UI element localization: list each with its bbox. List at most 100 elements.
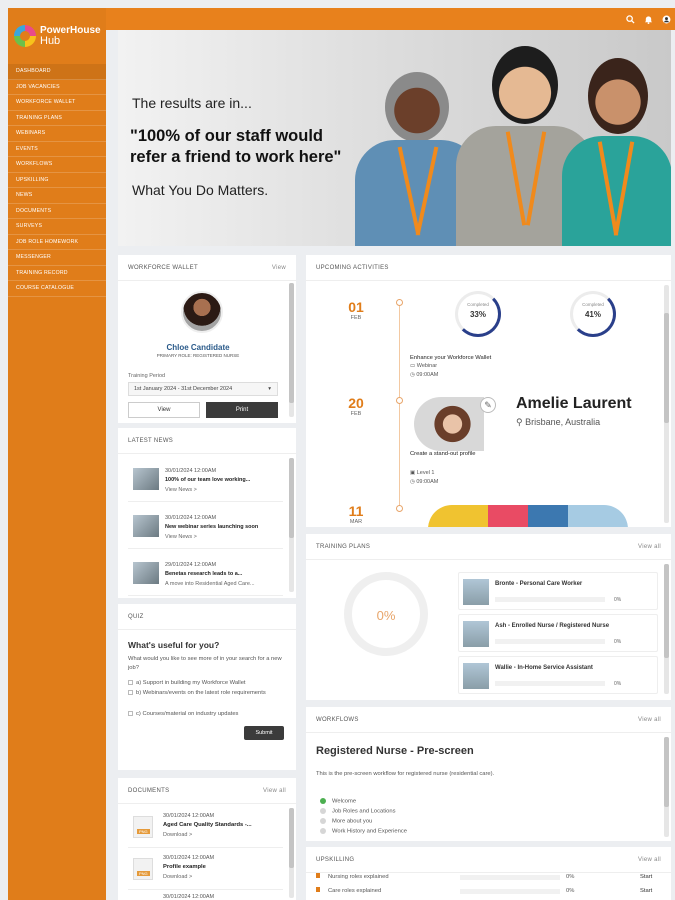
sidebar-item-surveys[interactable]: Surveys <box>8 219 106 235</box>
download-link[interactable]: Download > <box>163 874 192 880</box>
sidebar-item-job-role-homework[interactable]: Job Role Homework <box>8 235 106 250</box>
card-title: Latest News <box>128 437 174 444</box>
search-icon[interactable] <box>625 14 635 24</box>
news-link[interactable]: A move into Residential Aged Care... <box>165 581 255 587</box>
brand-logo[interactable]: PowerHouse Hub <box>8 8 106 64</box>
table-row: Care roles explained 0% Start <box>316 885 656 899</box>
list-item[interactable]: 30/01/2024 12:00AM New webinar series la… <box>128 509 283 549</box>
hero-line-3: What You Do Matters. <box>132 182 269 198</box>
workflows-view-all-link[interactable]: View all <box>638 717 661 723</box>
workflow-step[interactable]: More about you <box>320 818 372 825</box>
sidebar-item-course-catalogue[interactable]: Course Catalogue <box>8 281 106 297</box>
upskilling-view-all-link[interactable]: View all <box>638 857 661 863</box>
wallet-view-link[interactable]: View <box>272 265 286 271</box>
profile-location-label: Brisbane, Australia <box>525 417 601 427</box>
progress-bar <box>495 639 605 644</box>
hero-banner[interactable]: The results are in... "100% of our staff… <box>118 30 671 246</box>
document-icon: PNG <box>133 816 153 838</box>
activity-item[interactable]: ✎ Amelie Laurent ⚲ Brisbane, Australia C… <box>410 395 662 495</box>
activity-item[interactable]: Completed 33% Completed 41% Enhance your… <box>410 285 662 385</box>
sidebar-item-webinars[interactable]: Webinars <box>8 126 106 142</box>
list-item[interactable]: PNG 30/01/2024 12:00AM Aged Care Quality… <box>128 808 283 848</box>
edit-icon[interactable]: ✎ <box>480 397 496 413</box>
flag-icon <box>316 873 320 878</box>
sidebar-item-job-vacancies[interactable]: Job Vacancies <box>8 80 106 95</box>
card-title: Workflows <box>316 716 359 723</box>
scrollbar[interactable] <box>664 737 669 837</box>
sidebar-item-workforce-wallet[interactable]: Workforce Wallet <box>8 95 106 111</box>
activity-day: 20 <box>348 395 364 411</box>
list-item[interactable]: Bronte - Personal Care Worker 0% <box>458 572 658 610</box>
chevron-down-icon: ▾ <box>268 386 271 392</box>
list-item[interactable]: 30/01/2024 12:00AM <box>128 892 283 900</box>
avatar <box>463 621 489 647</box>
training-plan-percent: 0% <box>614 639 622 645</box>
workflow-step-label: Welcome <box>332 798 357 805</box>
news-title: New webinar series launching soon <box>165 524 259 530</box>
upskilling-card: Upskilling View all Nursing roles explai… <box>306 847 671 900</box>
list-item[interactable]: 29/01/2024 12:00AM Benetas research lead… <box>128 556 283 596</box>
print-button[interactable]: Print <box>206 402 278 418</box>
list-item[interactable]: Wallie - In-Home Service Assistant 0% <box>458 656 658 694</box>
sidebar-item-dashboard[interactable]: Dashboard <box>8 64 106 80</box>
scrollbar[interactable] <box>664 285 669 523</box>
hero-person-3 <box>558 46 671 246</box>
documents-view-all-link[interactable]: View all <box>263 788 286 794</box>
scrollbar[interactable] <box>289 808 294 898</box>
table-row: Nursing roles explained 0% Start <box>316 871 656 885</box>
scrollbar[interactable] <box>289 458 294 592</box>
workflow-step[interactable]: Welcome <box>320 798 356 805</box>
sidebar-item-events[interactable]: Events <box>8 142 106 157</box>
workflow-step-label: Job Roles and Locations <box>332 808 396 815</box>
news-thumbnail <box>133 515 159 537</box>
training-plan-name: Wallie - In-Home Service Assistant <box>495 665 593 671</box>
workflow-step-label: More about you <box>332 818 373 825</box>
training-period-select[interactable]: 1st January 2024 - 31st December 2024 ▾ <box>128 382 278 396</box>
checkbox[interactable] <box>128 710 133 716</box>
workflow-step[interactable]: Job Roles and Locations <box>320 808 396 815</box>
news-date: 29/01/2024 12:00AM <box>165 562 217 568</box>
activity-month: FEB <box>350 411 362 417</box>
start-button[interactable]: Start <box>640 888 652 894</box>
sidebar-item-news[interactable]: News <box>8 188 106 204</box>
sidebar-item-upskilling[interactable]: Upskilling <box>8 173 106 188</box>
course-name: Care roles explained <box>328 888 382 894</box>
news-link[interactable]: View News > <box>165 487 197 493</box>
scrollbar[interactable] <box>289 283 294 417</box>
list-item[interactable]: PNG 30/01/2024 12:00AM Profile example D… <box>128 850 283 890</box>
download-link[interactable]: Download > <box>163 832 192 838</box>
activity-level-label: Level 1 <box>416 470 435 476</box>
quiz-option-label: b) Webinars/events on the latest role re… <box>136 690 266 696</box>
sidebar-item-documents[interactable]: Documents <box>8 204 106 219</box>
sidebar-item-training-plans[interactable]: Training Plans <box>8 111 106 126</box>
card-title: Upskilling <box>316 856 355 863</box>
start-button[interactable]: Start <box>640 874 652 880</box>
checkbox[interactable] <box>128 679 133 685</box>
documents-card: Documents View all PNG 30/01/2024 12:00A… <box>118 778 296 900</box>
submit-button[interactable]: Submit <box>244 726 284 740</box>
training-view-all-link[interactable]: View all <box>638 544 661 550</box>
view-button[interactable]: View <box>128 402 200 418</box>
workflow-step[interactable]: Work History and Experience <box>320 828 407 835</box>
news-date: 30/01/2024 12:00AM <box>165 515 217 521</box>
list-item[interactable]: 30/01/2024 12:00AM 100% of our team love… <box>128 462 283 502</box>
sidebar-item-messenger[interactable]: Messenger <box>8 250 106 266</box>
activity-month: FEB <box>350 315 362 321</box>
training-plans-card: Training Plans View all 0% Bronte - Pers… <box>306 534 671 700</box>
activity-title: Enhance your Workforce Wallet <box>410 355 492 361</box>
sidebar-item-training-record[interactable]: Training Record <box>8 266 106 281</box>
list-item[interactable]: Ash - Enrolled Nurse / Registered Nurse … <box>458 614 658 652</box>
quiz-option[interactable]: c) Courses/material on industry updates <box>128 710 288 719</box>
quiz-option[interactable]: a) Support in building my Workforce Wall… <box>128 679 288 688</box>
activity-type: ▭ Webinar <box>410 363 437 369</box>
checkbox[interactable] <box>128 689 133 695</box>
sidebar-item-workflows[interactable]: Workflows <box>8 157 106 173</box>
scrollbar[interactable] <box>664 564 669 694</box>
timeline-dot <box>396 397 403 404</box>
news-link[interactable]: View News > <box>165 534 197 540</box>
activity-time-label: 09:00AM <box>416 372 439 378</box>
location-pin-icon: ⚲ <box>516 417 526 427</box>
quiz-option[interactable]: b) Webinars/events on the latest role re… <box>128 689 288 698</box>
bell-icon[interactable] <box>643 14 653 24</box>
user-icon[interactable] <box>661 14 671 24</box>
